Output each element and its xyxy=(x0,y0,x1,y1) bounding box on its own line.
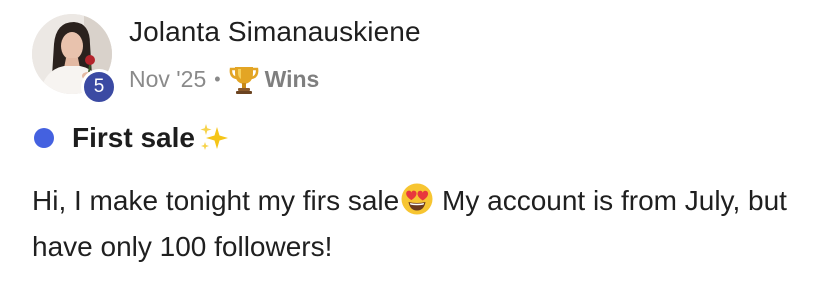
author-name[interactable]: Jolanta Simanauskiene xyxy=(129,16,421,48)
post-title[interactable]: First sale xyxy=(72,122,195,154)
post-body: Hi, I make tonight my firs sale My accou… xyxy=(32,178,812,270)
unread-indicator xyxy=(34,128,54,148)
meta-separator: • xyxy=(214,68,221,89)
sparkles-icon xyxy=(197,121,231,155)
post-meta: Nov '25 • Wins xyxy=(129,62,319,96)
post-date[interactable]: Nov '25 xyxy=(129,66,206,93)
community-post: 5 Jolanta Simanauskiene Nov '25 • Wins F… xyxy=(0,0,828,286)
heart-eyes-icon xyxy=(400,182,434,216)
post-title-row[interactable]: First sale xyxy=(34,118,231,158)
post-body-text-start: Hi, I make tonight my firs sale xyxy=(32,185,400,216)
level-badge: 5 xyxy=(81,69,117,105)
trophy-icon xyxy=(229,63,259,95)
author-avatar-group[interactable]: 5 xyxy=(32,14,117,105)
post-category[interactable]: Wins xyxy=(265,66,320,93)
